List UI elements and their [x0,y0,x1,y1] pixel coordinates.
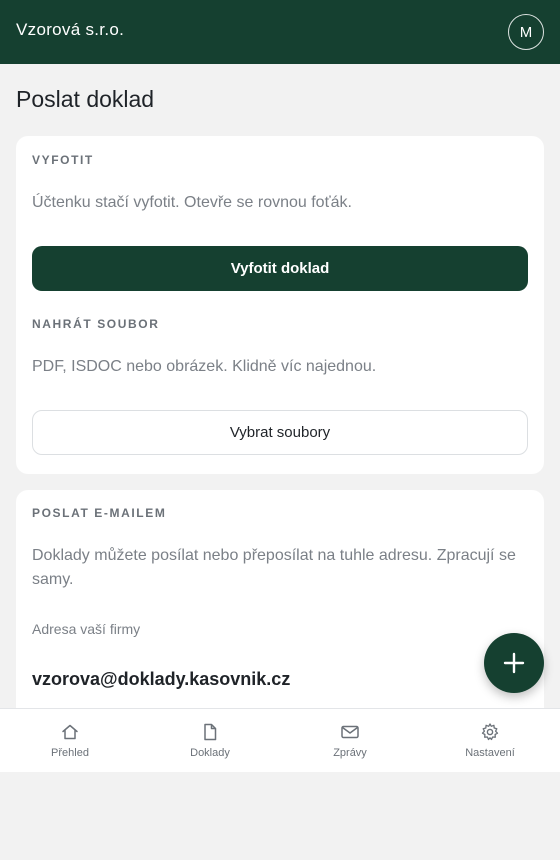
nav-item-prehled[interactable]: Přehled [0,709,140,772]
mail-icon [341,725,359,739]
top-bar: Vzorová s.r.o. M [0,0,560,64]
photo-section-text: Účtenku stačí vyfotit. Otevře se rovnou … [32,194,352,211]
bottom-navigation: Přehled Doklady Zprávy Nastavení [0,708,560,772]
nav-label: Nastavení [465,747,515,759]
add-document-fab[interactable] [484,633,544,693]
email-section-text: Doklady můžete posílat nebo přeposílat n… [32,547,516,588]
upload-section-text: PDF, ISDOC nebo obrázek. Klidně víc naje… [32,358,377,375]
nav-item-doklady[interactable]: Doklady [140,709,280,772]
avatar[interactable]: M [508,14,544,50]
gear-icon [481,723,499,741]
plus-icon [503,652,525,674]
home-icon [62,724,78,740]
nav-label: Doklady [190,747,230,759]
upload-card: VYFOTIT Účtenku stačí vyfotit. Otevře se… [16,136,544,474]
choose-files-button[interactable]: Vybrat soubory [32,410,528,455]
photo-section-label: VYFOTIT [32,153,94,167]
document-icon [204,723,217,741]
email-card: POSLAT E-MAILEM Doklady můžete posílat n… [16,490,544,730]
avatar-initial: M [519,23,533,41]
company-name: Vzorová s.r.o. [16,20,125,39]
app-screen: Vzorová s.r.o. M Poslat doklad VYFOTIT Ú… [0,0,560,772]
upload-section-label: NAHRÁT SOUBOR [32,317,160,331]
page-title: Poslat doklad [16,86,155,112]
nav-item-nastaveni[interactable]: Nastavení [420,709,560,772]
address-label: Adresa vaší firmy [32,621,141,637]
nav-label: Zprávy [333,747,367,759]
nav-label: Přehled [51,747,89,759]
email-section-label: POSLAT E-MAILEM [32,506,167,520]
company-email-address[interactable]: vzorova@doklady.kasovnik.cz [32,669,290,690]
take-photo-button[interactable]: Vyfotit doklad [32,246,528,291]
nav-item-zpravy[interactable]: Zprávy [280,709,420,772]
